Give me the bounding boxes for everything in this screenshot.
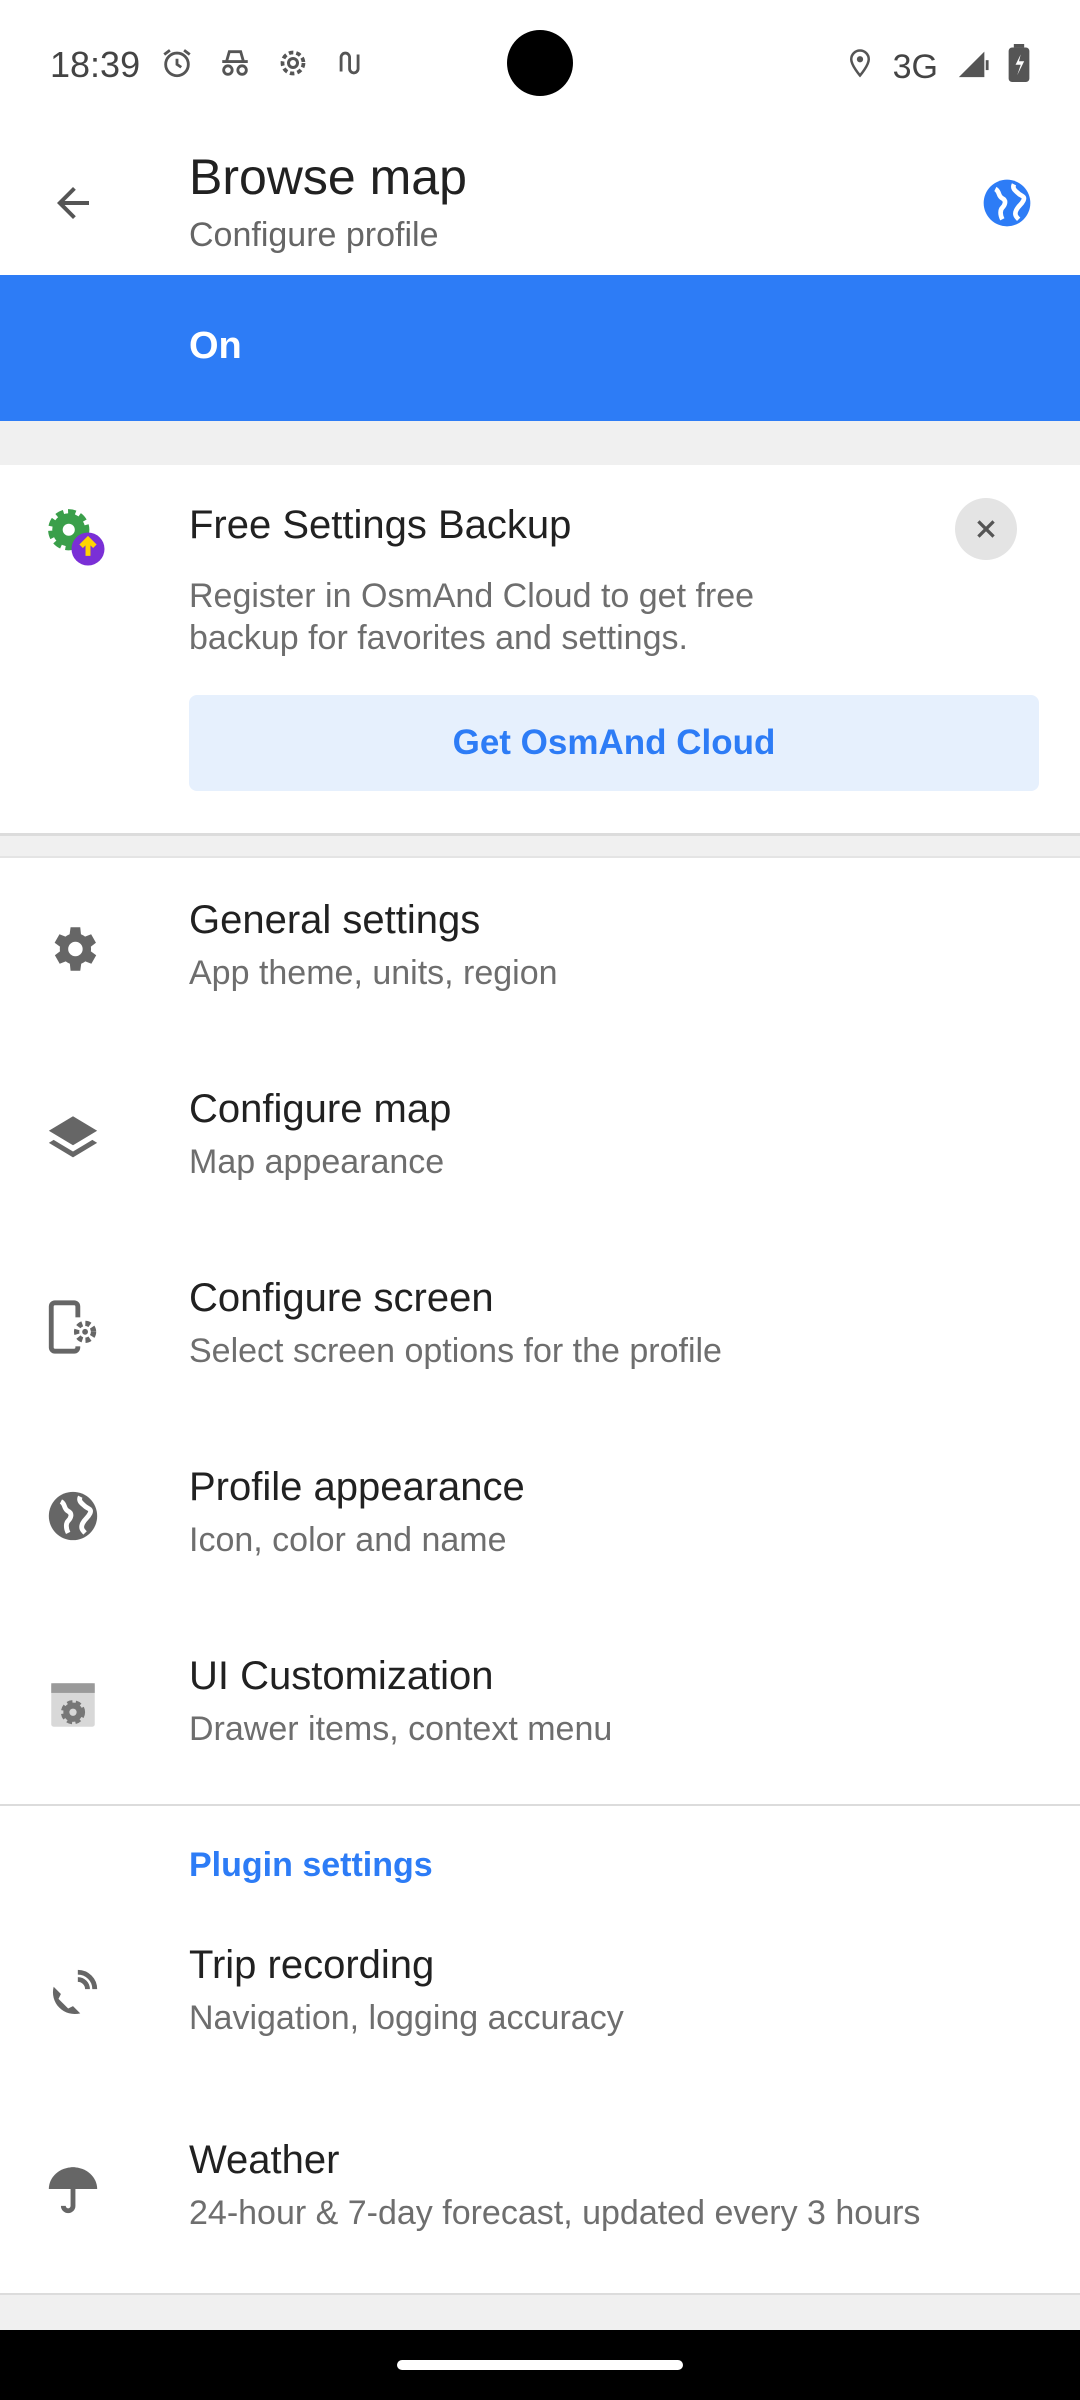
umbrella-icon (40, 2156, 106, 2222)
section-gap (0, 2295, 1080, 2330)
profile-globe-button[interactable] (974, 170, 1040, 236)
card-description: Register in OsmAnd Cloud to get free bac… (189, 577, 755, 657)
toggle-label: On (189, 325, 242, 367)
list-item-configure-screen[interactable]: Configure screen Select screen options f… (0, 1236, 1080, 1426)
incognito-icon (216, 44, 254, 82)
page-subtitle: Configure profile (189, 216, 439, 254)
back-button[interactable] (40, 170, 106, 236)
status-icons-right: 3G (845, 44, 1030, 91)
location-icon (845, 45, 875, 90)
list-item-title: UI Customization (189, 1654, 494, 1698)
card-title: Free Settings Backup (189, 503, 572, 547)
layers-icon (40, 1105, 106, 1171)
cloud-backup-icon (44, 505, 110, 571)
status-bar: 18:39 3G (0, 0, 1080, 130)
list-item-configure-map[interactable]: Configure map Map appearance (0, 1047, 1080, 1237)
list-item-subtitle: Select screen options for the profile (189, 1332, 722, 1370)
list-item-subtitle: Map appearance (189, 1143, 445, 1181)
gear-icon (40, 916, 106, 982)
section-gap (0, 836, 1080, 858)
list-item-subtitle: 24-hour & 7-day forecast, updated every … (189, 2194, 921, 2232)
close-icon (977, 520, 995, 538)
list-item-title: Profile appearance (189, 1465, 525, 1509)
list-item-subtitle: Navigation, logging accuracy (189, 1999, 624, 2037)
list-item-general-settings[interactable]: General settings App theme, units, regio… (0, 858, 1080, 1048)
list-item-subtitle: Drawer items, context menu (189, 1710, 613, 1748)
trip-recording-icon (40, 1961, 106, 2027)
globe-icon (983, 179, 1031, 227)
list-item-ui-customization[interactable]: UI Customization Drawer items, context m… (0, 1614, 1080, 1804)
battery-icon (1008, 44, 1030, 91)
navigation-bar (0, 2330, 1080, 2400)
camera-cutout (507, 30, 573, 96)
card-close-button[interactable] (955, 498, 1017, 560)
page-title: Browse map (189, 149, 467, 205)
alarm-icon (158, 44, 196, 82)
plugin-settings-header: Plugin settings (189, 1846, 433, 1884)
backup-card: Free Settings Backup Register in OsmAnd … (0, 465, 1080, 835)
list-item-weather[interactable]: Weather 24-hour & 7-day forecast, update… (0, 2098, 1080, 2288)
profile-enabled-toggle[interactable]: On (0, 275, 1080, 421)
list-item-subtitle: App theme, units, region (189, 954, 558, 992)
list-item-title: General settings (189, 898, 481, 942)
get-osmand-cloud-button[interactable]: Get OsmAnd Cloud (189, 695, 1039, 791)
list-item-profile-appearance[interactable]: Profile appearance Icon, color and name (0, 1425, 1080, 1615)
list-item-title: Weather (189, 2138, 340, 2182)
divider (0, 1804, 1080, 1806)
list-item-subtitle: Icon, color and name (189, 1521, 507, 1559)
app-bar: Browse map Configure profile (0, 130, 1080, 275)
screen-settings-icon (40, 1294, 106, 1360)
ui-customization-icon (40, 1672, 106, 1738)
list-item-title: Trip recording (189, 1943, 435, 1987)
status-time: 18:39 (50, 44, 141, 85)
list-item-title: Configure screen (189, 1276, 494, 1320)
tasker-icon (332, 44, 370, 82)
network-type: 3G (892, 48, 938, 86)
settings-cog-icon (274, 44, 312, 82)
home-gesture-handle[interactable] (397, 2360, 683, 2370)
status-icons-left (158, 44, 370, 82)
signal-icon (956, 46, 990, 89)
arrow-back-icon (57, 187, 89, 219)
globe-icon (40, 1483, 106, 1549)
section-gap (0, 421, 1080, 465)
list-item-trip-recording[interactable]: Trip recording Navigation, logging accur… (0, 1903, 1080, 2093)
list-item-title: Configure map (189, 1087, 452, 1131)
